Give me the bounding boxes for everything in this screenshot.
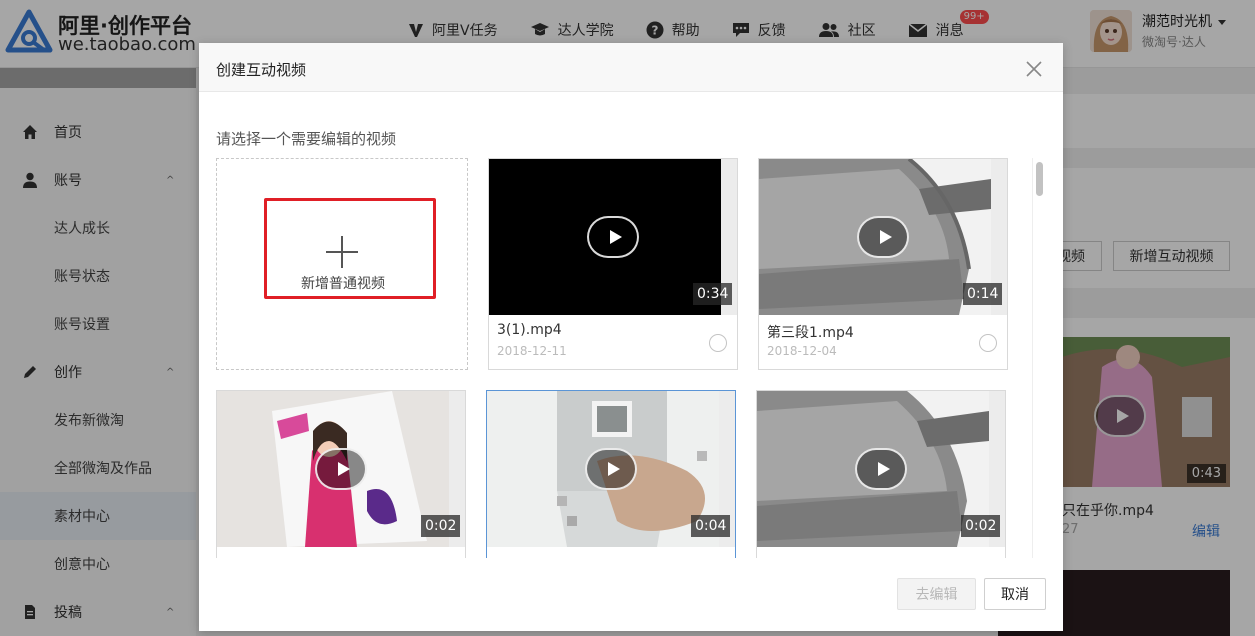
video-card[interactable]: 0:14 第三段1.mp4 2018-12-04 bbox=[758, 158, 1008, 370]
dialog-title: 创建互动视频 bbox=[216, 61, 307, 79]
close-icon[interactable] bbox=[1025, 60, 1043, 78]
video-file-name: 3(1).mp4 bbox=[497, 322, 562, 338]
plus-icon bbox=[326, 236, 358, 268]
go-edit-button[interactable]: 去编辑 bbox=[897, 578, 976, 610]
video-card[interactable]: 0:02 bbox=[756, 390, 1006, 558]
video-grid-scrollbar[interactable] bbox=[1032, 158, 1044, 558]
video-file-name: 第三段1.mp4 bbox=[767, 325, 854, 341]
play-icon[interactable] bbox=[585, 448, 637, 490]
video-date: 2018-12-04 bbox=[767, 344, 837, 358]
scrollbar-thumb[interactable] bbox=[1036, 162, 1043, 196]
play-icon[interactable] bbox=[855, 448, 907, 490]
video-duration: 0:14 bbox=[963, 283, 1003, 305]
play-icon[interactable] bbox=[315, 448, 367, 490]
video-duration: 0:02 bbox=[421, 515, 461, 537]
video-date: 2018-12-11 bbox=[497, 344, 567, 358]
add-regular-video-card[interactable]: 新增普通视频 bbox=[216, 158, 468, 370]
play-icon[interactable] bbox=[587, 216, 639, 258]
video-grid: 新增普通视频 0:34 3(1).mp4 2018-12-11 0:14 第三段… bbox=[216, 158, 1016, 558]
video-select-radio[interactable] bbox=[979, 334, 997, 352]
video-duration: 0:02 bbox=[961, 515, 1001, 537]
dialog-prompt: 请选择一个需要编辑的视频 bbox=[216, 130, 397, 148]
video-card[interactable]: 0:04 bbox=[486, 390, 736, 558]
video-card[interactable]: 0:34 3(1).mp4 2018-12-11 bbox=[488, 158, 738, 370]
video-duration: 0:04 bbox=[691, 515, 731, 537]
video-duration: 0:34 bbox=[693, 283, 733, 305]
create-interactive-video-dialog: 创建互动视频 请选择一个需要编辑的视频 新增普通视频 0:34 3(1).mp4… bbox=[199, 43, 1063, 631]
cancel-button[interactable]: 取消 bbox=[984, 578, 1046, 610]
dialog-header: 创建互动视频 bbox=[199, 43, 1063, 92]
video-select-radio[interactable] bbox=[709, 334, 727, 352]
play-icon[interactable] bbox=[857, 216, 909, 258]
video-card[interactable]: 0:02 bbox=[216, 390, 466, 558]
add-regular-video-label: 新增普通视频 bbox=[301, 276, 385, 292]
